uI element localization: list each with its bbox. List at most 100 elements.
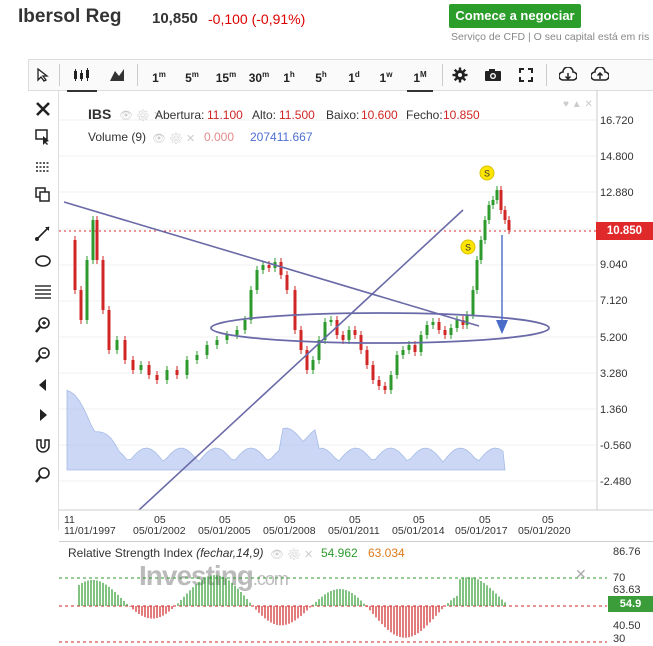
- select-tool-icon[interactable]: [34, 128, 52, 146]
- candle-body: [383, 386, 387, 390]
- interval-5m[interactable]: 5m: [180, 60, 204, 90]
- rsi-close-icon[interactable]: ✕: [575, 566, 587, 583]
- time-axis-label: 11/01/1997: [64, 525, 116, 537]
- settings-gear-icon[interactable]: [449, 60, 471, 90]
- time-axis-label: 05/01/2020: [518, 525, 571, 537]
- chart-toolbar: 1m 5m 15m 30m 1h 5h 1d 1w 1M: [28, 59, 653, 92]
- camera-icon[interactable]: [482, 60, 504, 90]
- candle-body: [431, 322, 435, 325]
- candle-body: [79, 290, 83, 320]
- copy-tool-icon[interactable]: [34, 186, 52, 204]
- fibonacci-tool-icon[interactable]: [34, 282, 52, 300]
- rsi-axis-label: 70: [613, 572, 626, 584]
- candle-body: [443, 330, 447, 335]
- close-value: 10.850: [443, 108, 480, 122]
- interval-1M[interactable]: 1M: [407, 60, 433, 92]
- candle-body: [249, 290, 253, 320]
- high-value: 11.500: [279, 108, 315, 122]
- download-icon[interactable]: [557, 60, 579, 90]
- ellipse-tool-icon[interactable]: [34, 252, 52, 270]
- candle-body: [205, 345, 209, 355]
- interval-1m[interactable]: 1m: [147, 60, 171, 90]
- interval-30m[interactable]: 30m: [245, 60, 273, 90]
- start-trading-button[interactable]: Comece a negociar: [449, 4, 581, 28]
- candle-body: [95, 220, 99, 260]
- candle-body: [491, 200, 495, 205]
- zoom-in-icon[interactable]: [34, 316, 52, 334]
- time-axis-label: 05/01/2008: [263, 525, 316, 537]
- open-value: 11.100: [207, 108, 243, 122]
- candle-body: [255, 270, 259, 290]
- price-chart[interactable]: SS Investing.com: [59, 90, 653, 591]
- instrument-title: Ibersol Reg: [18, 6, 122, 27]
- low-label: Baixo:: [326, 108, 360, 122]
- trendline-tool-icon[interactable]: [34, 224, 52, 242]
- candle-body: [85, 260, 89, 320]
- candlestick-chart-icon[interactable]: [67, 60, 97, 92]
- price-change: -0,100 (-0,91%): [208, 11, 306, 27]
- drawing-tools-panel: [28, 90, 59, 530]
- candle-body: [91, 220, 95, 260]
- scroll-right-icon[interactable]: [34, 406, 52, 424]
- scroll-left-icon[interactable]: [34, 376, 52, 394]
- candle-body: [73, 240, 77, 290]
- rsi-controls-icon[interactable]: 👁 ⚙ ✕: [270, 548, 313, 561]
- candle-body: [299, 330, 303, 350]
- close-icon[interactable]: [34, 100, 52, 118]
- split-marker-label: S: [465, 243, 471, 253]
- candle-body: [267, 265, 271, 268]
- candle-body: [425, 325, 429, 335]
- candle-body: [365, 350, 369, 365]
- candle-body: [293, 290, 297, 330]
- price-axis-label: 5.200: [600, 332, 628, 344]
- volume-eye-icon[interactable]: 👁 ⚙ ✕: [152, 132, 195, 145]
- candle-body: [455, 320, 459, 328]
- symbol-label: IBS: [88, 106, 112, 122]
- candle-body: [311, 360, 315, 370]
- candle-body: [215, 340, 219, 345]
- projection-arrowhead: [496, 320, 508, 334]
- candle-body: [329, 320, 333, 322]
- zoom-out-icon[interactable]: [34, 346, 52, 364]
- rsi-axis-label: 86.76: [613, 546, 641, 558]
- candle-body: [279, 262, 283, 275]
- candle-body: [437, 322, 441, 330]
- candle-body: [131, 360, 135, 370]
- time-axis-label: 05/01/2011: [328, 525, 380, 537]
- rsi-axis-label: 40.50: [613, 620, 641, 632]
- rsi-axis-label: 30: [613, 633, 626, 645]
- interval-5h[interactable]: 5h: [311, 60, 331, 90]
- crosshair-tool-icon[interactable]: [34, 158, 52, 176]
- panel-controls-icon[interactable]: ♥ ▲ ✕: [563, 99, 593, 110]
- candle-body: [165, 370, 169, 380]
- open-label: Abertura:: [155, 108, 205, 122]
- candle-body: [487, 205, 491, 220]
- upload-icon[interactable]: [589, 60, 611, 90]
- candle-body: [353, 330, 357, 335]
- candle-body: [347, 330, 351, 340]
- interval-1h[interactable]: 1h: [279, 60, 299, 90]
- high-label: Alto:: [252, 108, 277, 122]
- candle-body: [147, 365, 151, 375]
- interval-1d[interactable]: 1d: [344, 60, 364, 90]
- low-value: 10.600: [361, 108, 398, 122]
- interval-15m[interactable]: 15m: [212, 60, 240, 90]
- volume-label: Volume (9): [88, 130, 147, 144]
- fullscreen-icon[interactable]: [515, 60, 537, 90]
- area-chart-icon[interactable]: [105, 60, 129, 90]
- rsi-axis-label: 63.63: [613, 584, 641, 596]
- cursor-icon[interactable]: [33, 60, 53, 90]
- candle-body: [175, 370, 179, 375]
- candle-body: [401, 350, 405, 355]
- candle-body: [235, 330, 239, 335]
- price-axis-label: -0.560: [600, 440, 632, 452]
- candle-body: [389, 375, 393, 390]
- candle-body: [107, 310, 111, 350]
- volume-value-b: 207411.667: [250, 130, 313, 144]
- interval-1w[interactable]: 1w: [376, 60, 396, 90]
- magnet-tool-icon[interactable]: [34, 436, 52, 454]
- candle-body: [243, 320, 247, 330]
- price-axis-label: 1.360: [600, 404, 628, 416]
- support-ellipse: [210, 312, 550, 344]
- reset-zoom-icon[interactable]: [34, 466, 52, 484]
